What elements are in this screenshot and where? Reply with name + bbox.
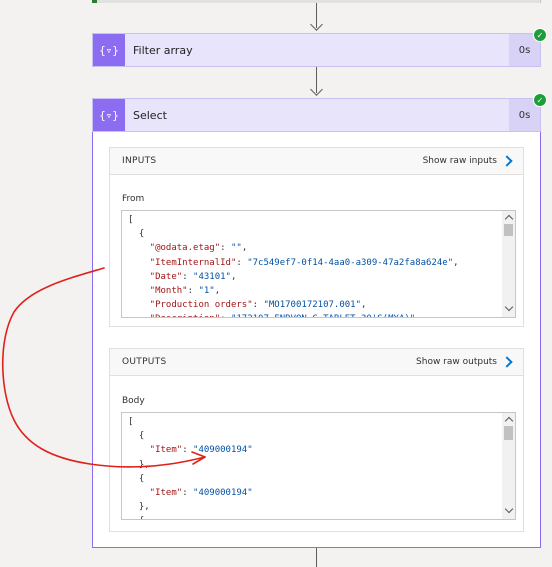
red-annotation-arrow <box>1 267 206 468</box>
